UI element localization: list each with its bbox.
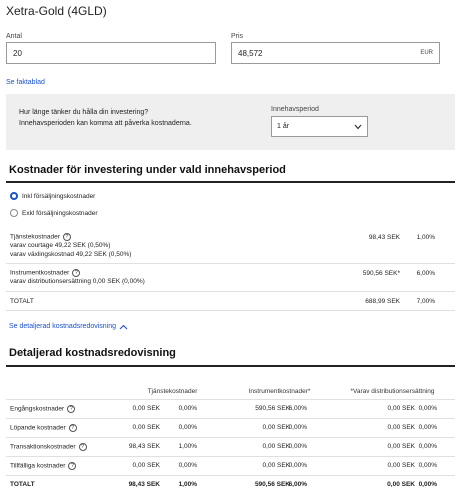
service-pct-cell: 0,00% <box>178 424 197 431</box>
row-divider <box>6 291 455 292</box>
service-sek-cell: 98,43 SEK <box>128 443 160 450</box>
page-title: Xetra-Gold (4GLD) <box>6 4 107 18</box>
col-header-distribution: *Varav distributionsersättning <box>350 388 435 395</box>
holding-question: Hur länge tänker du hålla din investerin… <box>19 109 149 116</box>
price-label: Pris <box>231 33 244 40</box>
help-icon[interactable]: ? <box>62 233 71 241</box>
detail-row-label-text: Transaktionskostnader <box>10 443 76 451</box>
help-icon[interactable]: ? <box>68 462 77 470</box>
service-costs-title: Tjänstekostnader <box>10 233 60 241</box>
price-input[interactable]: 48,572 EUR <box>231 42 440 64</box>
detail-row-label: TOTALT <box>10 481 35 488</box>
row-divider <box>6 418 455 419</box>
service-sek-cell: 0,00 SEK <box>132 424 160 431</box>
courtage-line: varav courtage 49,22 SEK (0,50%) <box>10 242 111 249</box>
row-divider <box>6 475 455 476</box>
radio-incl-label: Inkl försäljningskostnader <box>22 192 96 200</box>
exchange-cost-line: varav växlingskostnad 49,22 SEK (0,50%) <box>10 251 132 258</box>
help-icon[interactable]: ? <box>78 443 87 451</box>
detail-row-label: Tillfälliga kostnader? <box>10 462 77 470</box>
help-icon[interactable]: ? <box>68 424 77 432</box>
instrument-pct-cell: 0,00% <box>288 443 307 450</box>
instrument-pct-cell: 6,00% <box>288 481 307 488</box>
row-divider <box>6 310 455 311</box>
costs-title-divider <box>6 181 455 183</box>
col-header-service: Tjänstekostnader <box>147 388 198 395</box>
quantity-input[interactable]: 20 <box>6 42 216 64</box>
detail-row-label: Löpande kostnader? <box>10 424 77 432</box>
row-divider <box>6 263 455 264</box>
detail-title-divider <box>6 365 455 367</box>
service-sek-cell: 0,00 SEK <box>132 405 160 412</box>
chevron-down-icon <box>354 124 362 129</box>
service-costs-sek: 98,43 SEK <box>368 234 400 241</box>
distribution-pct-cell: 0,00% <box>418 462 437 469</box>
detail-row-label: Transaktionskostnader? <box>10 443 87 451</box>
row-divider <box>6 456 455 457</box>
total-label: TOTALT <box>10 298 34 305</box>
detailed-costs-link-label: Se detaljerad kostnadsredovisning <box>9 323 117 330</box>
radio-excl-sales-costs[interactable]: Exkl försäljningskostnader <box>10 209 98 217</box>
radio-excl-label: Exkl försäljningskostnader <box>22 209 98 217</box>
holding-period-value: 1 år <box>277 123 290 130</box>
detail-row-label: Engångskostnader? <box>10 405 76 413</box>
costs-section-title: Kostnader för investering under vald inn… <box>9 164 286 176</box>
row-divider <box>6 437 455 438</box>
service-sek-cell: 98,43 SEK <box>128 481 160 488</box>
help-icon[interactable]: ? <box>67 405 76 413</box>
service-pct-cell: 0,00% <box>178 405 197 412</box>
col-header-instrument: Instrumentkostnader* <box>248 388 311 395</box>
chevron-up-icon <box>119 324 128 329</box>
radio-selected-icon <box>10 192 18 200</box>
instrument-pct-cell: 0,00% <box>288 424 307 431</box>
detail-row-label-text: Löpande kostnader <box>10 424 66 432</box>
radio-incl-sales-costs[interactable]: Inkl försäljningskostnader <box>10 192 95 200</box>
instrument-costs-title: Instrumentkostnader <box>10 269 70 277</box>
total-sek: 688,99 SEK <box>365 298 400 305</box>
instrument-costs-pct: 6,00% <box>416 270 435 277</box>
quantity-value: 20 <box>13 48 22 58</box>
holding-subtext: Innehavsperioden kan komma att påverka k… <box>19 120 192 127</box>
distribution-pct-cell: 0,00% <box>418 443 437 450</box>
instrument-costs-label: Instrumentkostnader? <box>10 269 81 278</box>
instrument-costs-sek: 590,56 SEK* <box>362 270 400 277</box>
instrument-pct-cell: 6,00% <box>288 405 307 412</box>
distribution-pct-cell: 0,00% <box>418 424 437 431</box>
radio-unselected-icon <box>10 209 18 217</box>
instrument-pct-cell: 0,00% <box>288 462 307 469</box>
service-costs-label: Tjänstekostnader? <box>10 233 71 242</box>
price-currency: EUR <box>420 50 433 56</box>
row-divider <box>6 399 455 400</box>
detail-row-label-text: Tillfälliga kostnader <box>10 462 66 470</box>
quantity-label: Antal <box>6 33 22 40</box>
total-pct: 7,00% <box>416 298 435 305</box>
detailed-costs-link[interactable]: Se detaljerad kostnadsredovisning <box>9 323 128 330</box>
help-icon[interactable]: ? <box>72 269 81 277</box>
service-pct-cell: 0,00% <box>178 462 197 469</box>
detail-section-title: Detaljerad kostnadsredovisning <box>9 347 176 359</box>
distribution-line: varav distributionsersättning 0,00 SEK (… <box>10 278 145 285</box>
distribution-pct-cell: 0,00% <box>418 405 437 412</box>
holding-period-label: Innehavsperiod <box>271 106 319 113</box>
holding-period-select[interactable]: 1 år <box>271 116 368 137</box>
service-sek-cell: 0,00 SEK <box>132 462 160 469</box>
distribution-pct-cell: 0,00% <box>418 481 437 488</box>
factsheet-link[interactable]: Se faktablad <box>6 79 45 86</box>
price-value: 48,572 <box>238 48 263 58</box>
service-costs-pct: 1,00% <box>416 234 435 241</box>
detail-row-label-text: TOTALT <box>10 481 35 488</box>
detail-row-label-text: Engångskostnader <box>10 405 65 413</box>
service-pct-cell: 1,00% <box>178 481 197 488</box>
service-pct-cell: 1,00% <box>178 443 197 450</box>
